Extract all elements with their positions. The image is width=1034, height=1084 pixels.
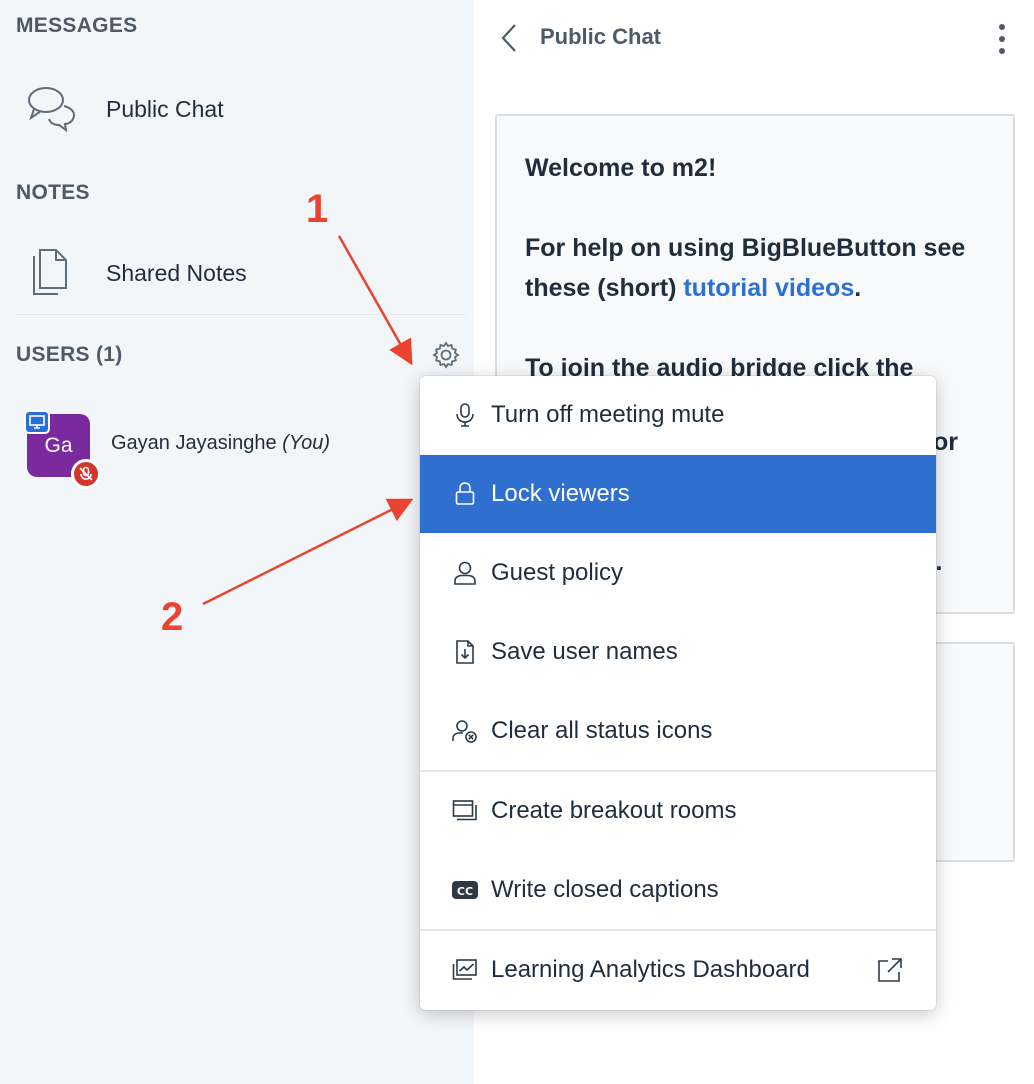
back-chevron-icon[interactable] [497,23,523,53]
sidebar-item-label: Public Chat [106,96,224,122]
help-suffix: . [854,274,862,302]
clear-status-icon [452,718,478,744]
analytics-icon [452,957,478,983]
sidebar: MESSAGES Public Chat NOTES Shared Notes … [0,0,474,1084]
users-section-title: USERS (1) [16,343,123,366]
menu-item-guest-policy[interactable]: Guest policy [420,534,936,612]
menu-item-turn-off-meeting-mute[interactable]: Turn off meeting mute [420,376,936,454]
welcome-prefix: Welcome to [525,154,672,182]
partial-or-text: or [933,428,958,456]
chat-bubbles-icon [26,82,78,139]
gear-icon[interactable] [431,340,461,370]
divider [16,314,466,315]
menu-item-learning-analytics-dashboard[interactable]: Learning Analytics Dashboard [420,931,936,1009]
lock-icon [452,481,478,507]
menu-item-label: Clear all status icons [491,717,713,744]
user-you-label: (You) [282,432,331,454]
partial-period: . [935,548,943,576]
notes-section-title: NOTES [16,181,90,204]
muted-microphone-icon [71,459,101,489]
download-file-icon [452,639,478,665]
presenter-icon [24,410,50,434]
menu-item-clear-all-status-icons[interactable]: Clear all status icons [420,692,936,770]
rooms-icon [452,798,478,824]
menu-item-lock-viewers[interactable]: Lock viewers [420,455,936,533]
external-link-icon [876,956,904,984]
welcome-suffix: ! [707,154,717,182]
sidebar-item-shared-notes[interactable]: Shared Notes [0,244,474,300]
menu-item-label: Learning Analytics Dashboard [491,956,810,983]
annotation-step-1: 1 [306,187,329,231]
more-options-icon[interactable] [995,24,1009,54]
user-icon [452,560,478,586]
annotation-step-2: 2 [161,595,184,639]
menu-item-label: Save user names [491,638,678,665]
messages-section-title: MESSAGES [16,14,138,37]
svg-text:CC: CC [457,885,473,898]
sidebar-item-label: Shared Notes [106,260,247,286]
microphone-icon [452,402,478,428]
tutorial-videos-link[interactable]: tutorial videos [683,274,854,302]
menu-item-write-closed-captions[interactable]: CC Write closed captions [420,851,936,929]
meeting-name: m2 [671,154,708,182]
menu-item-label: Lock viewers [491,480,630,507]
menu-item-label: Create breakout rooms [491,797,737,824]
chat-message-box [930,642,1015,862]
menu-item-label: Write closed captions [491,876,719,903]
menu-item-label: Turn off meeting mute [491,401,725,428]
chat-title: Public Chat [540,24,662,49]
sidebar-item-public-chat[interactable]: Public Chat [0,82,474,138]
menu-item-create-breakout-rooms[interactable]: Create breakout rooms [420,772,936,850]
user-options-menu: Turn off meeting mute Lock viewers Guest… [420,376,936,1010]
user-name-text: Gayan Jayasinghe [111,432,277,454]
menu-item-label: Guest policy [491,559,624,586]
user-name: Gayan Jayasinghe (You) [111,432,330,455]
menu-item-save-user-names[interactable]: Save user names [420,613,936,691]
closed-captions-icon: CC [452,877,478,903]
documents-icon [26,244,72,303]
